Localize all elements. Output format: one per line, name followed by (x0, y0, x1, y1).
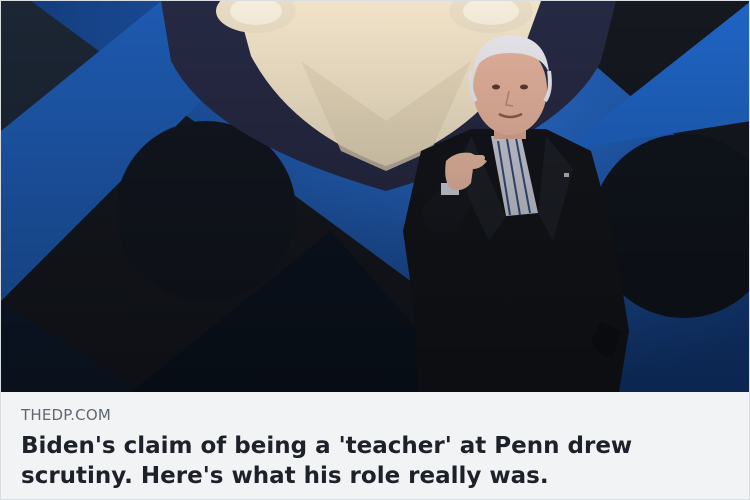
article-hero-image[interactable] (1, 1, 749, 392)
link-preview-card[interactable]: THEDP.COM Biden's claim of being a 'teac… (0, 0, 750, 500)
article-headline[interactable]: Biden's claim of being a 'teacher' at Pe… (21, 431, 721, 491)
source-domain: THEDP.COM (21, 406, 111, 424)
hero-photo-illustration (1, 1, 749, 392)
link-preview-caption[interactable]: THEDP.COM Biden's claim of being a 'teac… (1, 392, 749, 499)
